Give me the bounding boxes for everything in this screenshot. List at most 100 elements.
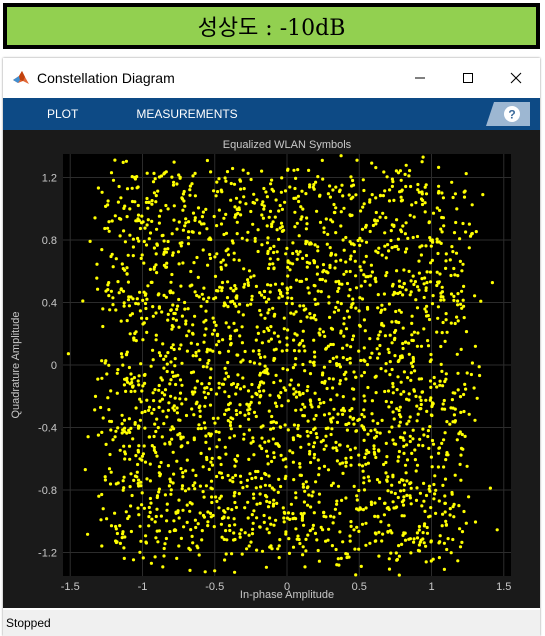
symbol-point (213, 255, 217, 259)
symbol-point (313, 391, 317, 395)
symbol-point (285, 368, 290, 372)
symbol-point (394, 442, 398, 446)
minimize-button[interactable] (396, 58, 444, 98)
symbol-point (396, 375, 400, 379)
symbol-point (419, 402, 423, 407)
symbol-point (436, 251, 440, 256)
symbol-point (124, 159, 128, 163)
symbol-point (344, 496, 348, 500)
symbol-point (338, 511, 342, 515)
symbol-point (324, 217, 328, 221)
symbol-point (170, 425, 174, 429)
symbol-point (437, 446, 441, 450)
symbol-point (171, 481, 175, 485)
symbol-point (397, 544, 401, 548)
symbol-point (142, 290, 146, 294)
symbol-point (141, 556, 145, 560)
symbol-point (390, 483, 394, 487)
symbol-point (255, 516, 259, 520)
symbol-point (272, 498, 276, 502)
symbol-point (417, 524, 421, 529)
symbol-point (245, 238, 249, 242)
symbol-point (360, 412, 364, 417)
symbol-point (286, 428, 290, 432)
window-title: Constellation Diagram (37, 70, 175, 86)
tab-plot[interactable]: PLOT (47, 107, 78, 121)
symbol-point (99, 405, 103, 410)
symbol-point (349, 524, 353, 528)
symbol-point (81, 299, 85, 303)
symbol-point (435, 385, 439, 389)
symbol-point (351, 297, 355, 301)
symbol-point (324, 434, 328, 438)
symbol-point (218, 285, 222, 289)
symbol-point (99, 518, 103, 522)
symbol-point (402, 390, 406, 394)
symbol-point (321, 330, 325, 334)
close-button[interactable] (492, 58, 540, 98)
symbol-point (443, 407, 447, 411)
symbol-point (278, 379, 282, 383)
symbol-point (348, 361, 352, 365)
symbol-point (461, 298, 465, 302)
symbol-point (452, 266, 456, 271)
symbol-point (320, 158, 324, 162)
symbol-point (147, 515, 151, 519)
symbol-point (419, 398, 423, 402)
symbol-point (186, 242, 191, 246)
symbol-point (276, 490, 280, 494)
symbol-point (100, 190, 104, 194)
symbol-point (452, 294, 456, 298)
symbol-point (183, 204, 187, 208)
symbol-point (200, 215, 204, 219)
symbol-point (335, 420, 340, 424)
symbol-point (362, 202, 366, 206)
symbol-point (440, 331, 444, 335)
symbol-point (291, 241, 295, 245)
symbol-point (197, 553, 201, 557)
symbol-point (330, 427, 334, 431)
symbol-point (339, 329, 343, 333)
symbol-point (392, 290, 396, 294)
symbol-point (223, 176, 227, 180)
symbol-point (232, 517, 236, 521)
symbol-point (313, 243, 317, 247)
symbol-point (443, 379, 447, 384)
symbol-point (88, 239, 92, 243)
symbol-point (417, 528, 421, 532)
symbol-point (129, 295, 133, 299)
symbol-point (387, 199, 392, 203)
symbol-point (436, 465, 440, 469)
symbol-point (260, 169, 264, 173)
symbol-point (245, 484, 249, 488)
symbol-point (215, 333, 220, 338)
symbol-point (286, 399, 290, 403)
symbol-point (307, 442, 311, 446)
symbol-point (232, 251, 236, 255)
help-button[interactable]: ? (486, 102, 530, 126)
symbol-point (352, 397, 356, 401)
symbol-point (430, 238, 434, 242)
symbol-point (455, 438, 459, 442)
symbol-point (397, 320, 401, 325)
symbol-point (194, 350, 198, 355)
symbol-point (379, 310, 383, 314)
symbol-point (227, 524, 232, 528)
maximize-button[interactable] (444, 58, 492, 98)
symbol-point (246, 171, 250, 175)
symbol-point (425, 525, 429, 530)
symbol-point (101, 416, 105, 420)
symbol-point (331, 481, 335, 485)
symbol-point (136, 448, 140, 452)
symbol-point (86, 532, 90, 536)
symbol-point (202, 297, 206, 301)
symbol-point (152, 246, 156, 250)
symbol-point (414, 469, 418, 473)
symbol-point (275, 228, 279, 232)
symbol-point (208, 376, 212, 380)
symbol-point (362, 318, 366, 322)
tab-measurements[interactable]: MEASUREMENTS (136, 107, 237, 121)
symbol-point (378, 480, 382, 484)
symbol-point (418, 540, 422, 544)
symbol-point (148, 231, 153, 235)
